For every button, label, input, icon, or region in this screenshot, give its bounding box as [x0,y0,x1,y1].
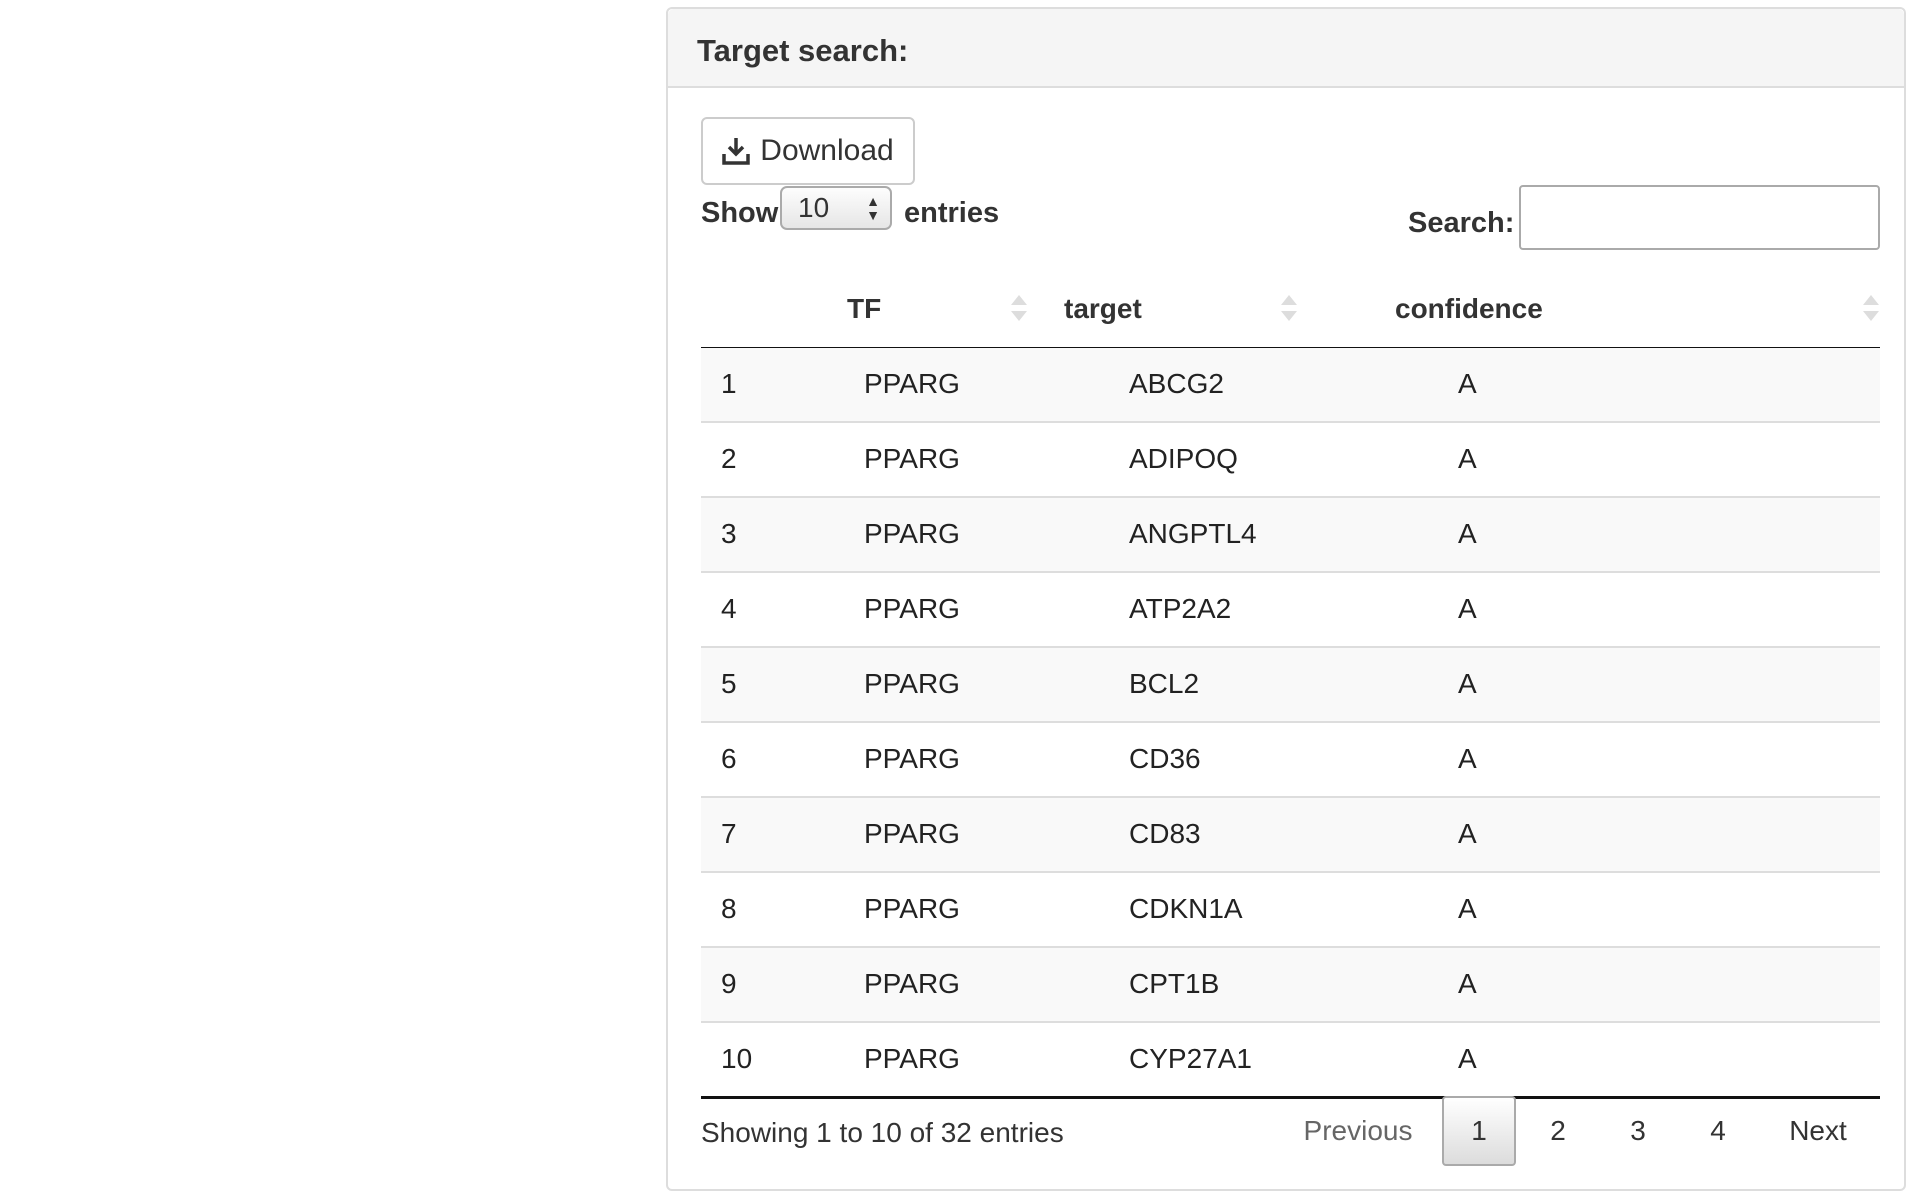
cell-tf: PPARG [864,443,960,474]
entries-length-select[interactable]: 10 ▲ ▼ [780,186,892,230]
table-info: Showing 1 to 10 of 32 entries [701,1117,1064,1148]
cell-target: ANGPTL4 [1129,518,1257,549]
download-button-label: Download [760,134,894,167]
cell-tf: PPARG [864,1043,960,1074]
table-row: 9 PPARG CPT1B A [701,948,1880,1023]
cell-confidence: A [1458,593,1477,624]
cell-tf: PPARG [864,743,960,774]
cell-confidence: A [1458,518,1477,549]
cell-index: 8 [721,893,737,924]
column-header-tf[interactable]: TF [847,293,881,325]
table-row: 3 PPARG ANGPTL4 A [701,498,1880,573]
cell-target: CD83 [1129,818,1201,849]
cell-target: CYP27A1 [1129,1043,1252,1074]
cell-target: CDKN1A [1129,893,1243,924]
cell-target: ADIPOQ [1129,443,1238,474]
select-arrows-icon: ▲ ▼ [866,193,880,223]
pagination-previous[interactable]: Previous [1288,1096,1428,1166]
panel-title: Target search: [697,33,909,68]
search-input[interactable] [1519,185,1880,250]
table-body: 1 PPARG ABCG2 A 2 PPARG ADIPOQ A 3 PPARG… [701,348,1880,1099]
cell-confidence: A [1458,893,1477,924]
cell-index: 5 [721,668,737,699]
cell-index: 9 [721,968,737,999]
cell-confidence: A [1458,668,1477,699]
table-row: 8 PPARG CDKN1A A [701,873,1880,948]
table-row: 10 PPARG CYP27A1 A [701,1023,1880,1099]
cell-tf: PPARG [864,968,960,999]
panel-heading: Target search: [668,9,1904,88]
sort-confidence-icon[interactable] [1863,293,1879,325]
cell-confidence: A [1458,1043,1477,1074]
cell-confidence: A [1458,443,1477,474]
cell-tf: PPARG [864,893,960,924]
table-header: TF target confidence [701,271,1880,350]
show-label: Show [701,197,779,229]
cell-index: 2 [721,443,737,474]
cell-index: 3 [721,518,737,549]
table-row: 2 PPARG ADIPOQ A [701,423,1880,498]
cell-index: 10 [721,1043,753,1074]
cell-index: 4 [721,593,737,624]
cell-index: 1 [721,368,737,399]
cell-index: 7 [721,818,737,849]
target-search-panel: Target search: Download Show 10 ▲ ▼ entri… [666,7,1906,1191]
table-row: 5 PPARG BCL2 A [701,648,1880,723]
cell-tf: PPARG [864,818,960,849]
pagination-page-2[interactable]: 2 [1528,1096,1588,1166]
cell-index: 6 [721,743,737,774]
cell-tf: PPARG [864,518,960,549]
cell-confidence: A [1458,368,1477,399]
pagination-next[interactable]: Next [1768,1096,1868,1166]
cell-tf: PPARG [864,593,960,624]
pagination-page-3[interactable]: 3 [1608,1096,1668,1166]
table-row: 7 PPARG CD83 A [701,798,1880,873]
download-button[interactable]: Download [701,117,915,185]
column-header-confidence[interactable]: confidence [1395,293,1543,325]
cell-target: BCL2 [1129,668,1200,699]
table-row: 1 PPARG ABCG2 A [701,348,1880,423]
cell-confidence: A [1458,743,1477,774]
pagination-page-1[interactable]: 1 [1442,1096,1516,1166]
cell-target: CD36 [1129,743,1201,774]
cell-target: ABCG2 [1129,368,1224,399]
cell-confidence: A [1458,818,1477,849]
pagination-page-4[interactable]: 4 [1688,1096,1748,1166]
cell-tf: PPARG [864,668,960,699]
entries-label: entries [904,197,1000,229]
table-row: 4 PPARG ATP2A2 A [701,573,1880,648]
column-header-target[interactable]: target [1064,293,1142,325]
cell-tf: PPARG [864,368,960,399]
search-label: Search: [1408,207,1515,239]
sort-tf-icon[interactable] [1011,293,1027,325]
cell-target: ATP2A2 [1129,593,1232,624]
sort-target-icon[interactable] [1281,293,1297,325]
entries-length-value: 10 [798,192,830,223]
cell-target: CPT1B [1129,968,1220,999]
table-row: 6 PPARG CD36 A [701,723,1880,798]
download-icon [722,138,751,165]
cell-confidence: A [1458,968,1477,999]
